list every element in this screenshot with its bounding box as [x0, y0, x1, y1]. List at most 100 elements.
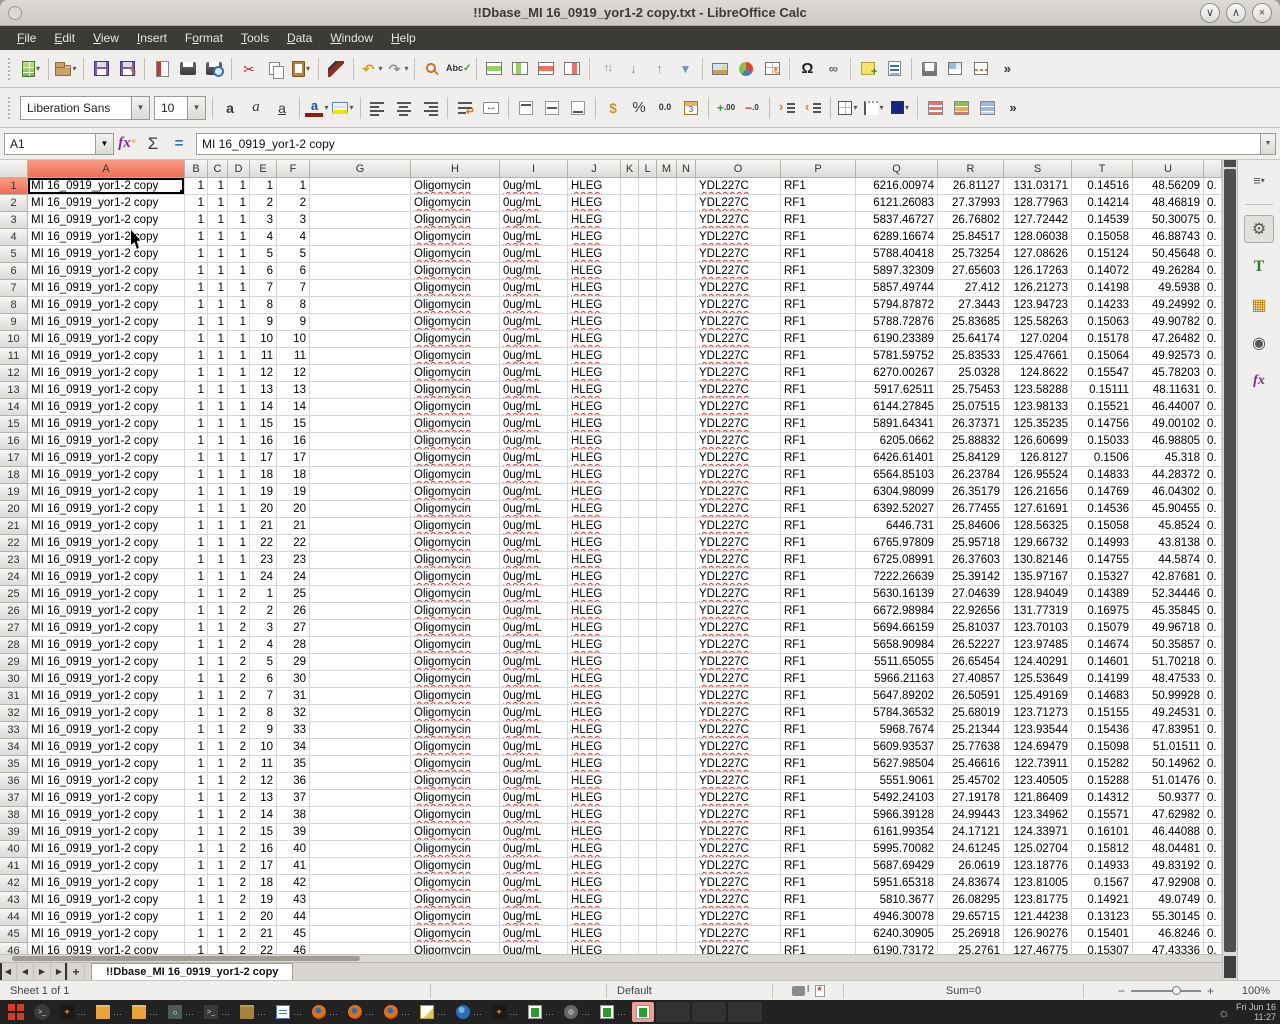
delete-row-button[interactable]: [534, 55, 558, 83]
cell-G36[interactable]: [310, 773, 411, 790]
cell-U42[interactable]: 47.92908: [1133, 875, 1204, 892]
cell-I5[interactable]: 0ug/mL: [500, 246, 568, 263]
cell-O46[interactable]: YDL227C: [696, 943, 781, 954]
cell-D26[interactable]: 2: [228, 603, 250, 620]
cell-O31[interactable]: YDL227C: [696, 688, 781, 705]
cell-A40[interactable]: MI 16_0919_yor1-2 copy: [28, 841, 185, 858]
cell-L30[interactable]: [639, 671, 657, 688]
cell-V40[interactable]: 0.: [1204, 841, 1222, 858]
cell-T15[interactable]: 0.14756: [1072, 416, 1133, 433]
cell-G30[interactable]: [310, 671, 411, 688]
horizontal-scrollbar-thumb[interactable]: [12, 956, 360, 961]
row-header-10[interactable]: 10: [0, 331, 28, 348]
row-header-36[interactable]: 36: [0, 773, 28, 790]
cell-N12[interactable]: [677, 365, 696, 382]
cell-T11[interactable]: 0.15064: [1072, 348, 1133, 365]
cell-O16[interactable]: YDL227C: [696, 433, 781, 450]
freeze-rows-columns-button[interactable]: [943, 55, 967, 83]
cell-M18[interactable]: [657, 467, 677, 484]
cell-N19[interactable]: [677, 484, 696, 501]
cell-E33[interactable]: 9: [250, 722, 277, 739]
cell-S12[interactable]: 124.8622: [1004, 365, 1072, 382]
cell-O29[interactable]: YDL227C: [696, 654, 781, 671]
cell-K16[interactable]: [621, 433, 639, 450]
sheet-tab[interactable]: !!Dbase_MI 16_0919_yor1-2 copy: [91, 963, 293, 980]
cell-V25[interactable]: 0.: [1204, 586, 1222, 603]
cell-N35[interactable]: [677, 756, 696, 773]
cell-I15[interactable]: 0ug/mL: [500, 416, 568, 433]
cell-J31[interactable]: HLEG: [568, 688, 621, 705]
formula-input[interactable]: MI 16_0919_yor1-2 copy: [196, 133, 1261, 155]
cell-Q35[interactable]: 5627.98504: [856, 756, 938, 773]
cell-M34[interactable]: [657, 739, 677, 756]
cell-K42[interactable]: [621, 875, 639, 892]
page-style[interactable]: Default: [607, 981, 772, 1000]
cell-B23[interactable]: 1: [185, 552, 208, 569]
cell-U35[interactable]: 50.14962: [1133, 756, 1204, 773]
cell-Q12[interactable]: 6270.00267: [856, 365, 938, 382]
cell-K3[interactable]: [621, 212, 639, 229]
cell-C46[interactable]: 1: [208, 943, 228, 954]
cell-S3[interactable]: 127.72442: [1004, 212, 1072, 229]
cell-T27[interactable]: 0.15079: [1072, 620, 1133, 637]
cell-P24[interactable]: RF1: [781, 569, 856, 586]
cell-K9[interactable]: [621, 314, 639, 331]
cell-A43[interactable]: MI 16_0919_yor1-2 copy: [28, 892, 185, 909]
cell-V30[interactable]: 0.: [1204, 671, 1222, 688]
cell-B22[interactable]: 1: [185, 535, 208, 552]
cell-V32[interactable]: 0.: [1204, 705, 1222, 722]
cell-K27[interactable]: [621, 620, 639, 637]
cell-C15[interactable]: 1: [208, 416, 228, 433]
cell-U34[interactable]: 51.01511: [1133, 739, 1204, 756]
cell-O2[interactable]: YDL227C: [696, 195, 781, 212]
cell-M13[interactable]: [657, 382, 677, 399]
cell-B8[interactable]: 1: [185, 297, 208, 314]
cell-P16[interactable]: RF1: [781, 433, 856, 450]
chevron-down-icon[interactable]: ▼: [95, 134, 113, 154]
cell-E38[interactable]: 14: [250, 807, 277, 824]
cell-M1[interactable]: [657, 178, 677, 195]
cell-T46[interactable]: 0.15307: [1072, 943, 1133, 954]
cell-D17[interactable]: 1: [228, 450, 250, 467]
cell-A22[interactable]: MI 16_0919_yor1-2 copy: [28, 535, 185, 552]
cell-D6[interactable]: 1: [228, 263, 250, 280]
cell-D7[interactable]: 1: [228, 280, 250, 297]
cell-U26[interactable]: 45.35845: [1133, 603, 1204, 620]
cell-Q15[interactable]: 5891.64341: [856, 416, 938, 433]
cell-G12[interactable]: [310, 365, 411, 382]
cell-H39[interactable]: Oligomycin: [411, 824, 500, 841]
cell-A1[interactable]: MI 16_0919_yor1-2 copy: [28, 178, 185, 195]
cell-F14[interactable]: 14: [277, 399, 310, 416]
cell-L45[interactable]: [639, 926, 657, 943]
cell-F8[interactable]: 8: [277, 297, 310, 314]
cell-E26[interactable]: 2: [250, 603, 277, 620]
cell-J8[interactable]: HLEG: [568, 297, 621, 314]
cell-L14[interactable]: [639, 399, 657, 416]
cell-L20[interactable]: [639, 501, 657, 518]
cell-S32[interactable]: 123.71273: [1004, 705, 1072, 722]
cell-J24[interactable]: HLEG: [568, 569, 621, 586]
cell-O32[interactable]: YDL227C: [696, 705, 781, 722]
row-header-4[interactable]: 4: [0, 229, 28, 246]
cell-C9[interactable]: 1: [208, 314, 228, 331]
cell-H32[interactable]: Oligomycin: [411, 705, 500, 722]
cell-Q30[interactable]: 5966.21163: [856, 671, 938, 688]
cell-A35[interactable]: MI 16_0919_yor1-2 copy: [28, 756, 185, 773]
cell-K30[interactable]: [621, 671, 639, 688]
row-header-30[interactable]: 30: [0, 671, 28, 688]
cell-S36[interactable]: 123.40505: [1004, 773, 1072, 790]
cell-J33[interactable]: HLEG: [568, 722, 621, 739]
cell-I42[interactable]: 0ug/mL: [500, 875, 568, 892]
bold-button[interactable]: a: [218, 94, 242, 122]
cell-T5[interactable]: 0.15124: [1072, 246, 1133, 263]
cell-F6[interactable]: 6: [277, 263, 310, 280]
cell-S24[interactable]: 135.97167: [1004, 569, 1072, 586]
cell-T8[interactable]: 0.14233: [1072, 297, 1133, 314]
add-sheet-button[interactable]: +: [68, 963, 85, 980]
cell-N8[interactable]: [677, 297, 696, 314]
cell-R13[interactable]: 25.75453: [938, 382, 1004, 399]
cell-G10[interactable]: [310, 331, 411, 348]
cell-J41[interactable]: HLEG: [568, 858, 621, 875]
cell-M17[interactable]: [657, 450, 677, 467]
copy-button[interactable]: [263, 55, 287, 83]
